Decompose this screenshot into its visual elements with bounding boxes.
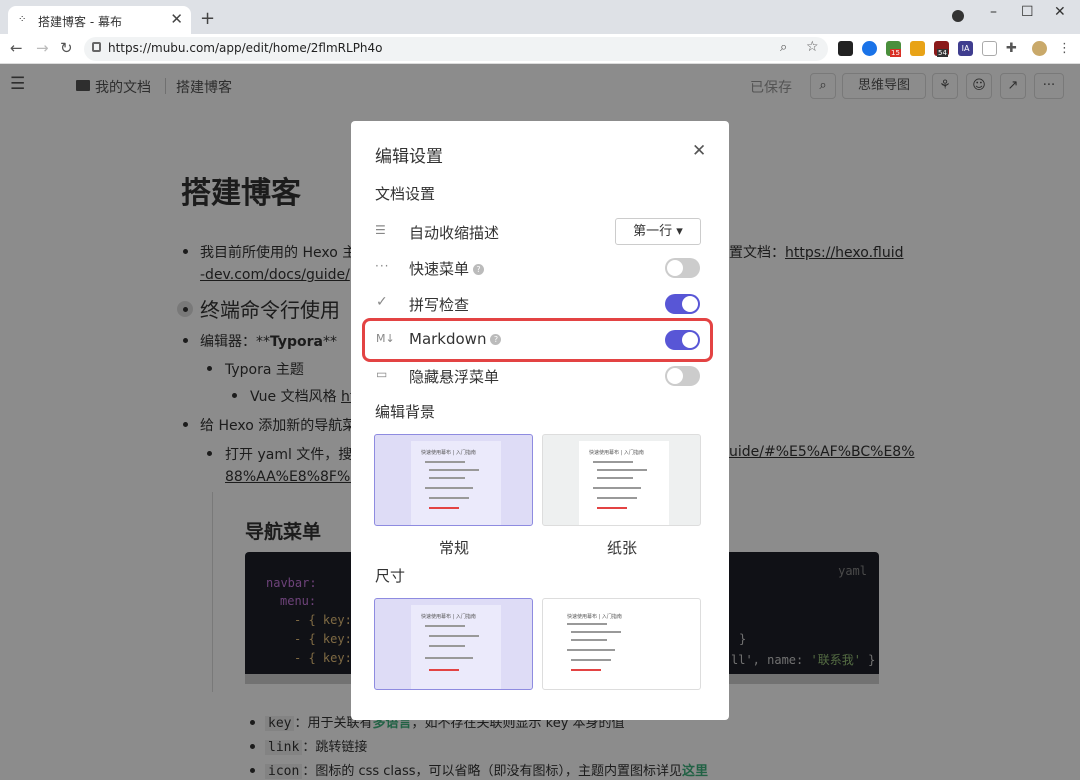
extension-icon-5[interactable]: 54 bbox=[934, 41, 949, 57]
thumb-line bbox=[425, 625, 465, 627]
quick-menu-toggle[interactable] bbox=[665, 258, 700, 278]
thumb-line bbox=[597, 507, 627, 509]
thumb-title: 快速使用幕布 | 入门指南 bbox=[589, 450, 644, 456]
toggle-knob bbox=[682, 332, 698, 348]
bg-normal-label[interactable]: 常规 bbox=[439, 537, 469, 558]
extension-icon-6[interactable]: IA bbox=[958, 41, 973, 56]
minimize-icon[interactable]: – bbox=[990, 4, 997, 20]
mubu-favicon-icon: ⁘ bbox=[18, 14, 27, 25]
toggle-knob bbox=[667, 368, 683, 384]
collapse-desc-icon: ☰ bbox=[375, 223, 386, 237]
thumb-line bbox=[571, 669, 601, 671]
edit-settings-dialog: 编辑设置 ✕ 文档设置 ☰ 自动收缩描述 第一行 ▾ ··· 快速菜单? ✓ 拼… bbox=[351, 121, 729, 720]
spell-check-toggle[interactable] bbox=[665, 294, 700, 314]
thumb-line bbox=[597, 469, 647, 471]
extension-icon-1[interactable] bbox=[838, 41, 853, 56]
tab-title: 搭建博客 - 幕布 bbox=[38, 15, 122, 29]
omnibox[interactable]: https://mubu.com/app/edit/home/2flmRLPh4… bbox=[84, 37, 828, 61]
thumb-page: 快速使用幕布 | 入门指南 bbox=[579, 441, 669, 525]
browser-tab[interactable]: ⁘ 搭建博客 - 幕布 ✕ bbox=[8, 6, 191, 34]
bg-paper-thumbnail[interactable]: 快速使用幕布 | 入门指南 bbox=[542, 434, 701, 526]
quick-menu-icon: ··· bbox=[375, 259, 390, 273]
close-icon[interactable]: ✕ bbox=[692, 141, 706, 161]
thumb-line bbox=[425, 461, 465, 463]
section-background: 编辑背景 bbox=[375, 403, 436, 421]
float-menu-icon: ▭ bbox=[376, 367, 388, 381]
toggle-knob bbox=[667, 260, 683, 276]
thumb-line bbox=[593, 461, 633, 463]
section-size: 尺寸 bbox=[375, 567, 406, 585]
toggle-knob bbox=[682, 296, 698, 312]
thumb-line bbox=[429, 645, 465, 647]
browser-tab-bar: ⁘ 搭建博客 - 幕布 ✕ + – ☐ ✕ bbox=[0, 0, 1080, 34]
back-icon[interactable]: ← bbox=[10, 39, 23, 57]
close-tab-icon[interactable]: ✕ bbox=[170, 10, 183, 28]
thumb-line bbox=[425, 657, 473, 659]
thumb-title: 快速使用幕布 | 入门指南 bbox=[567, 614, 622, 620]
lock-icon bbox=[92, 42, 101, 52]
markdown-text: Markdown bbox=[409, 330, 487, 348]
markdown-icon: M↓ bbox=[376, 332, 395, 345]
help-icon[interactable]: ? bbox=[490, 334, 502, 345]
thumb-line bbox=[593, 487, 641, 489]
bg-normal-thumbnail[interactable]: 快速使用幕布 | 入门指南 bbox=[374, 434, 533, 526]
size-wide-thumbnail[interactable]: 快速使用幕布 | 入门指南 bbox=[542, 598, 701, 690]
auto-collapse-select[interactable]: 第一行 ▾ bbox=[615, 218, 701, 245]
thumb-page: 快速使用幕布 | 入门指南 bbox=[411, 441, 501, 525]
thumb-line bbox=[571, 639, 607, 641]
bookmark-star-icon[interactable]: ☆ bbox=[806, 39, 819, 55]
thumb-line bbox=[567, 649, 615, 651]
reload-icon[interactable]: ↻ bbox=[60, 39, 73, 57]
browser-menu-icon[interactable]: ⋮ bbox=[1058, 41, 1073, 56]
avatar[interactable] bbox=[1032, 41, 1047, 56]
thumb-line bbox=[597, 477, 633, 479]
extension-icon-4[interactable] bbox=[910, 41, 925, 56]
forward-icon[interactable]: → bbox=[36, 39, 49, 57]
markdown-toggle[interactable] bbox=[665, 330, 700, 350]
extension-badge: 54 bbox=[937, 49, 948, 57]
thumb-line bbox=[571, 659, 611, 661]
thumb-page: 快速使用幕布 | 入门指南 bbox=[553, 605, 693, 689]
extension-icon-7[interactable] bbox=[982, 41, 997, 56]
size-normal-thumbnail[interactable]: 快速使用幕布 | 入门指南 bbox=[374, 598, 533, 690]
thumb-line bbox=[597, 497, 637, 499]
dialog-title: 编辑设置 bbox=[375, 147, 443, 167]
thumb-line bbox=[571, 631, 621, 633]
hide-float-label: 隐藏悬浮菜单 bbox=[409, 368, 500, 386]
check-icon: ✓ bbox=[376, 294, 388, 310]
thumb-title: 快速使用幕布 | 入门指南 bbox=[421, 450, 476, 456]
extension-icon-3[interactable]: 15 bbox=[886, 41, 901, 57]
thumb-line bbox=[429, 497, 469, 499]
thumb-line bbox=[429, 477, 465, 479]
quick-menu-text: 快速菜单 bbox=[409, 260, 470, 278]
section-doc-settings: 文档设置 bbox=[375, 185, 436, 203]
maximize-icon[interactable]: ☐ bbox=[1021, 4, 1034, 20]
extension-badge: 15 bbox=[890, 49, 901, 57]
thumb-page: 快速使用幕布 | 入门指南 bbox=[411, 605, 501, 689]
zoom-icon[interactable]: ⌕ bbox=[780, 40, 787, 55]
new-tab-icon[interactable]: + bbox=[200, 8, 215, 29]
thumb-line bbox=[429, 507, 459, 509]
help-icon[interactable]: ? bbox=[473, 264, 485, 275]
thumb-title: 快速使用幕布 | 入门指南 bbox=[421, 614, 476, 620]
thumb-line bbox=[425, 487, 473, 489]
url-text: https://mubu.com/app/edit/home/2flmRLPh4… bbox=[108, 41, 383, 55]
extension-icon-2[interactable] bbox=[862, 41, 877, 56]
bg-paper-label[interactable]: 纸张 bbox=[607, 537, 637, 558]
spell-check-label: 拼写检查 bbox=[409, 296, 470, 314]
thumb-line bbox=[429, 469, 479, 471]
extensions-puzzle-icon[interactable]: ✚ bbox=[1006, 41, 1021, 56]
thumb-line bbox=[429, 669, 459, 671]
window-close-icon[interactable]: ✕ bbox=[1054, 4, 1066, 20]
thumb-line bbox=[567, 623, 607, 625]
auto-collapse-label: 自动收缩描述 bbox=[409, 224, 500, 242]
quick-menu-label: 快速菜单? bbox=[409, 258, 485, 279]
thumb-line bbox=[429, 635, 479, 637]
markdown-label: Markdown? bbox=[409, 330, 502, 348]
address-bar-row: ← → ↻ https://mubu.com/app/edit/home/2fl… bbox=[0, 34, 1080, 64]
profile-menu-icon[interactable] bbox=[952, 10, 964, 22]
hide-float-toggle[interactable] bbox=[665, 366, 700, 386]
